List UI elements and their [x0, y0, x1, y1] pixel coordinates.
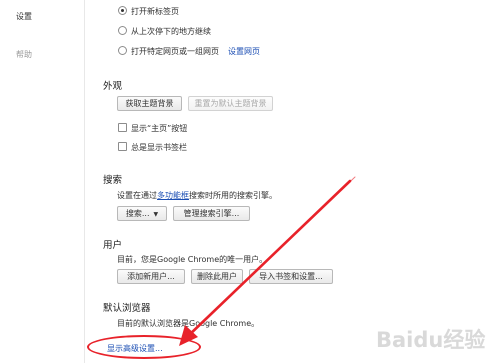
- import-bookmarks-button[interactable]: 导入书签和设置...: [249, 269, 333, 284]
- reset-theme-button[interactable]: 重置为默认主题背景: [188, 96, 273, 111]
- search-description: 设置在通过多功能框搜索时所用的搜索引擎。: [117, 190, 277, 201]
- show-bookmarks-label: 总是显示书签栏: [131, 143, 187, 152]
- startup-new-tab-radio[interactable]: [118, 6, 127, 15]
- settings-main: 打开新标签页 从上次停下的地方继续 打开特定网页或一组网页 设置网页 外观 获取…: [0, 0, 500, 363]
- users-description: 目前，您是Google Chrome的唯一用户。: [117, 255, 268, 264]
- startup-new-tab-label: 打开新标签页: [131, 7, 179, 16]
- default-browser-heading: 默认浏览器: [103, 303, 151, 314]
- search-desc-suffix: 搜索时所用的搜索引擎。: [189, 191, 277, 200]
- startup-specific-pages-label: 打开特定网页或一组网页: [131, 47, 219, 56]
- delete-user-button[interactable]: 删除此用户: [191, 269, 243, 284]
- startup-specific-pages-radio[interactable]: [118, 46, 127, 55]
- get-themes-button[interactable]: 获取主题背景: [117, 96, 182, 111]
- startup-continue-label: 从上次停下的地方继续: [131, 27, 211, 36]
- manage-search-engines-button[interactable]: 管理搜索引擎...: [173, 206, 250, 221]
- watermark-text: Baidu经验: [376, 328, 486, 352]
- startup-continue-radio[interactable]: [118, 26, 127, 35]
- search-desc-prefix: 设置在通过: [117, 191, 157, 200]
- baidu-watermark-logo: Baidu经验: [372, 318, 500, 363]
- users-heading: 用户: [103, 240, 123, 251]
- search-engine-value: 搜索...: [125, 209, 150, 218]
- show-home-label: 显示“主页”按钮: [131, 124, 188, 133]
- show-bookmarks-checkbox[interactable]: [118, 142, 127, 151]
- annotation-ellipse: [87, 335, 201, 359]
- search-heading: 搜索: [103, 175, 123, 186]
- set-pages-link[interactable]: 设置网页: [228, 46, 260, 57]
- default-browser-description: 目前的默认浏览器是Google Chrome。: [117, 319, 260, 328]
- show-home-checkbox[interactable]: [118, 123, 127, 132]
- omnibox-link[interactable]: 多功能框: [157, 191, 189, 200]
- search-engine-dropdown[interactable]: 搜索... ▼: [117, 206, 167, 221]
- appearance-heading: 外观: [103, 81, 123, 92]
- add-user-button[interactable]: 添加新用户...: [117, 269, 185, 284]
- chevron-down-icon: ▼: [153, 211, 159, 218]
